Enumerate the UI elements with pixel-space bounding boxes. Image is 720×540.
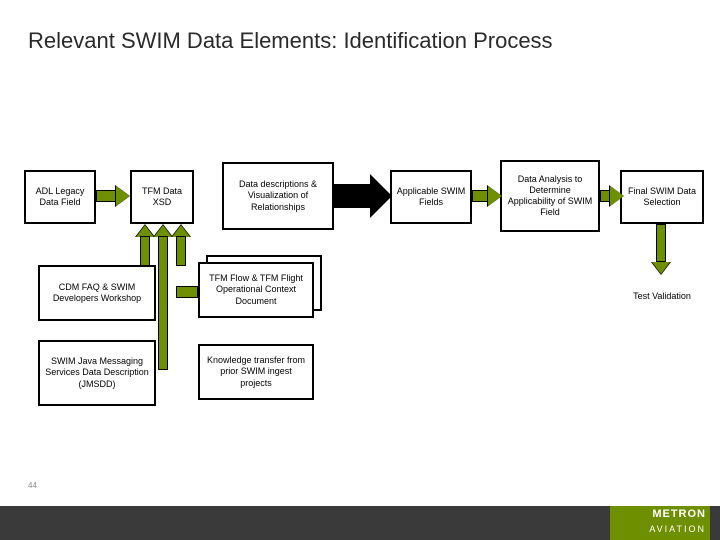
box-tfm-xsd: TFM Data XSD xyxy=(130,170,194,224)
box-final-selection: Final SWIM Data Selection xyxy=(620,170,704,224)
box-data-descriptions: Data descriptions & Visualization of Rel… xyxy=(222,162,334,230)
box-applicable-fields: Applicable SWIM Fields xyxy=(390,170,472,224)
arrow-flow-connector xyxy=(176,286,198,298)
footer-brand: METRON xyxy=(652,508,706,520)
footer-sub-brand: AVIATION xyxy=(649,524,706,534)
page-title: Relevant SWIM Data Elements: Identificat… xyxy=(28,28,553,54)
box-adl-legacy: ADL Legacy Data Field xyxy=(24,170,96,224)
footer-bar: METRON AVIATION xyxy=(0,506,720,540)
box-test-validation: Test Validation xyxy=(620,275,704,319)
slide: Relevant SWIM Data Elements: Identificat… xyxy=(0,0,720,540)
box-tfm-flow: TFM Flow & TFM Flight Operational Contex… xyxy=(198,262,314,318)
box-data-analysis: Data Analysis to Determine Applicability… xyxy=(500,160,600,232)
box-jmsdd: SWIM Java Messaging Services Data Descri… xyxy=(38,340,156,406)
page-number: 44 xyxy=(28,481,37,490)
box-knowledge-transfer: Knowledge transfer from prior SWIM inges… xyxy=(198,344,314,400)
box-cdm-faq: CDM FAQ & SWIM Developers Workshop xyxy=(38,265,156,321)
